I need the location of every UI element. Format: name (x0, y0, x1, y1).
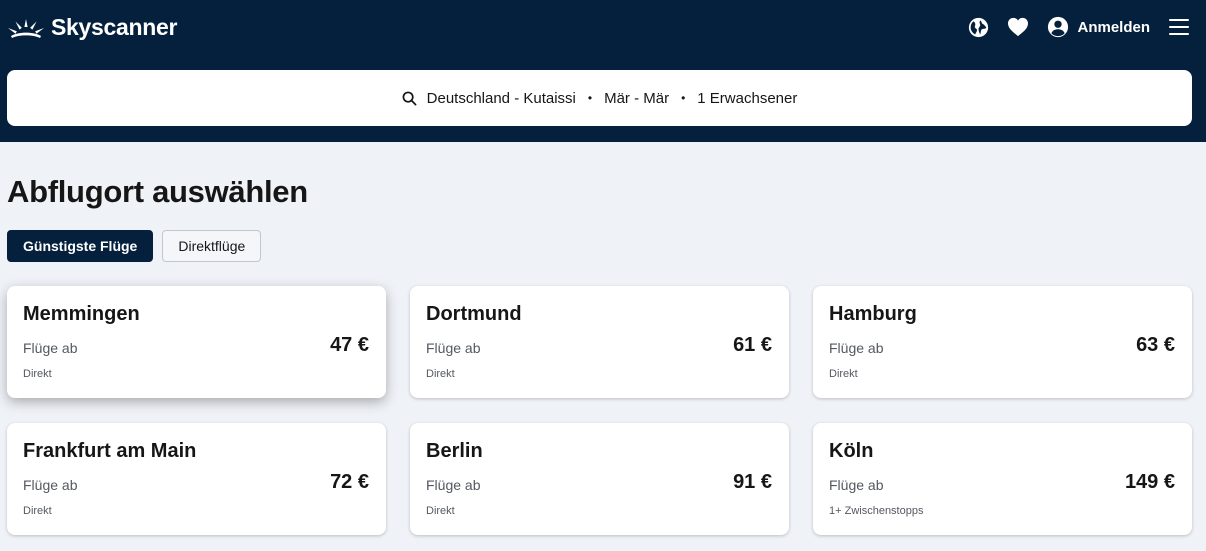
user-icon (1048, 16, 1069, 38)
search-dates: Mär - Mär (604, 89, 670, 107)
login-button[interactable]: Anmelden (1047, 16, 1150, 38)
heart-icon[interactable] (1007, 16, 1029, 38)
result-card-frankfurt[interactable]: Frankfurt am Main Flüge ab 72 € Direkt (7, 423, 386, 535)
brand-name: Skyscanner (51, 13, 178, 40)
card-stops: Direkt (23, 505, 52, 517)
result-card-berlin[interactable]: Berlin Flüge ab 91 € Direkt (410, 423, 789, 535)
card-stops: Direkt (829, 368, 858, 380)
separator-dot: • (587, 91, 593, 105)
skyscanner-logo[interactable]: Skyscanner (7, 12, 177, 42)
top-header: Skyscanner Anmelden Deutschland - Kutais… (0, 0, 1206, 142)
result-card-hamburg[interactable]: Hamburg Flüge ab 63 € Direkt (813, 286, 1192, 398)
card-stops: Direkt (426, 368, 455, 380)
card-stops: Direkt (23, 368, 52, 380)
card-from-label: Flüge ab (23, 477, 78, 493)
card-price: 91 € (733, 471, 772, 493)
result-card-koeln[interactable]: Köln Flüge ab 149 € 1+ Zwischenstopps (813, 423, 1192, 535)
globe-icon[interactable] (967, 16, 989, 38)
skyscanner-logo-icon (8, 19, 44, 38)
departure-results-grid: Memmingen Flüge ab 47 € Direkt Dortmund … (7, 286, 1192, 535)
result-card-dortmund[interactable]: Dortmund Flüge ab 61 € Direkt (410, 286, 789, 398)
card-from-label: Flüge ab (23, 340, 78, 356)
card-city: Köln (829, 440, 874, 462)
header-actions: Anmelden (967, 15, 1190, 39)
search-icon (402, 91, 417, 105)
card-price: 72 € (330, 471, 369, 493)
card-from-label: Flüge ab (829, 477, 884, 493)
filter-cheapest-button[interactable]: Günstigste Flüge (7, 230, 154, 262)
filter-direct-button[interactable]: Direktflüge (162, 230, 262, 262)
card-price: 47 € (330, 334, 369, 356)
login-label: Anmelden (1077, 18, 1150, 36)
card-city: Dortmund (426, 303, 522, 325)
result-card-memmingen[interactable]: Memmingen Flüge ab 47 € Direkt (7, 286, 386, 398)
separator-dot: • (681, 91, 686, 105)
card-price: 61 € (733, 334, 772, 356)
card-city: Memmingen (23, 303, 140, 325)
search-travellers: 1 Erwachsener (697, 89, 798, 107)
card-price: 149 € (1124, 471, 1175, 493)
card-city: Frankfurt am Main (23, 440, 197, 462)
card-price: 63 € (1136, 334, 1175, 356)
card-city: Hamburg (829, 303, 917, 325)
card-from-label: Flüge ab (829, 340, 884, 356)
card-stops: Direkt (426, 505, 455, 517)
search-route: Deutschland - Kutaissi (426, 89, 576, 107)
filter-chips: Günstigste Flüge Direktflüge (7, 230, 262, 262)
card-stops: 1+ Zwischenstopps (829, 505, 924, 517)
menu-icon[interactable] (1168, 16, 1190, 38)
search-summary-bar[interactable]: Deutschland - Kutaissi • Mär - Mär • 1 E… (7, 70, 1192, 126)
card-from-label: Flüge ab (426, 477, 481, 493)
card-from-label: Flüge ab (426, 340, 481, 356)
page-title: Abflugort auswählen (7, 174, 308, 209)
card-city: Berlin (426, 440, 483, 462)
